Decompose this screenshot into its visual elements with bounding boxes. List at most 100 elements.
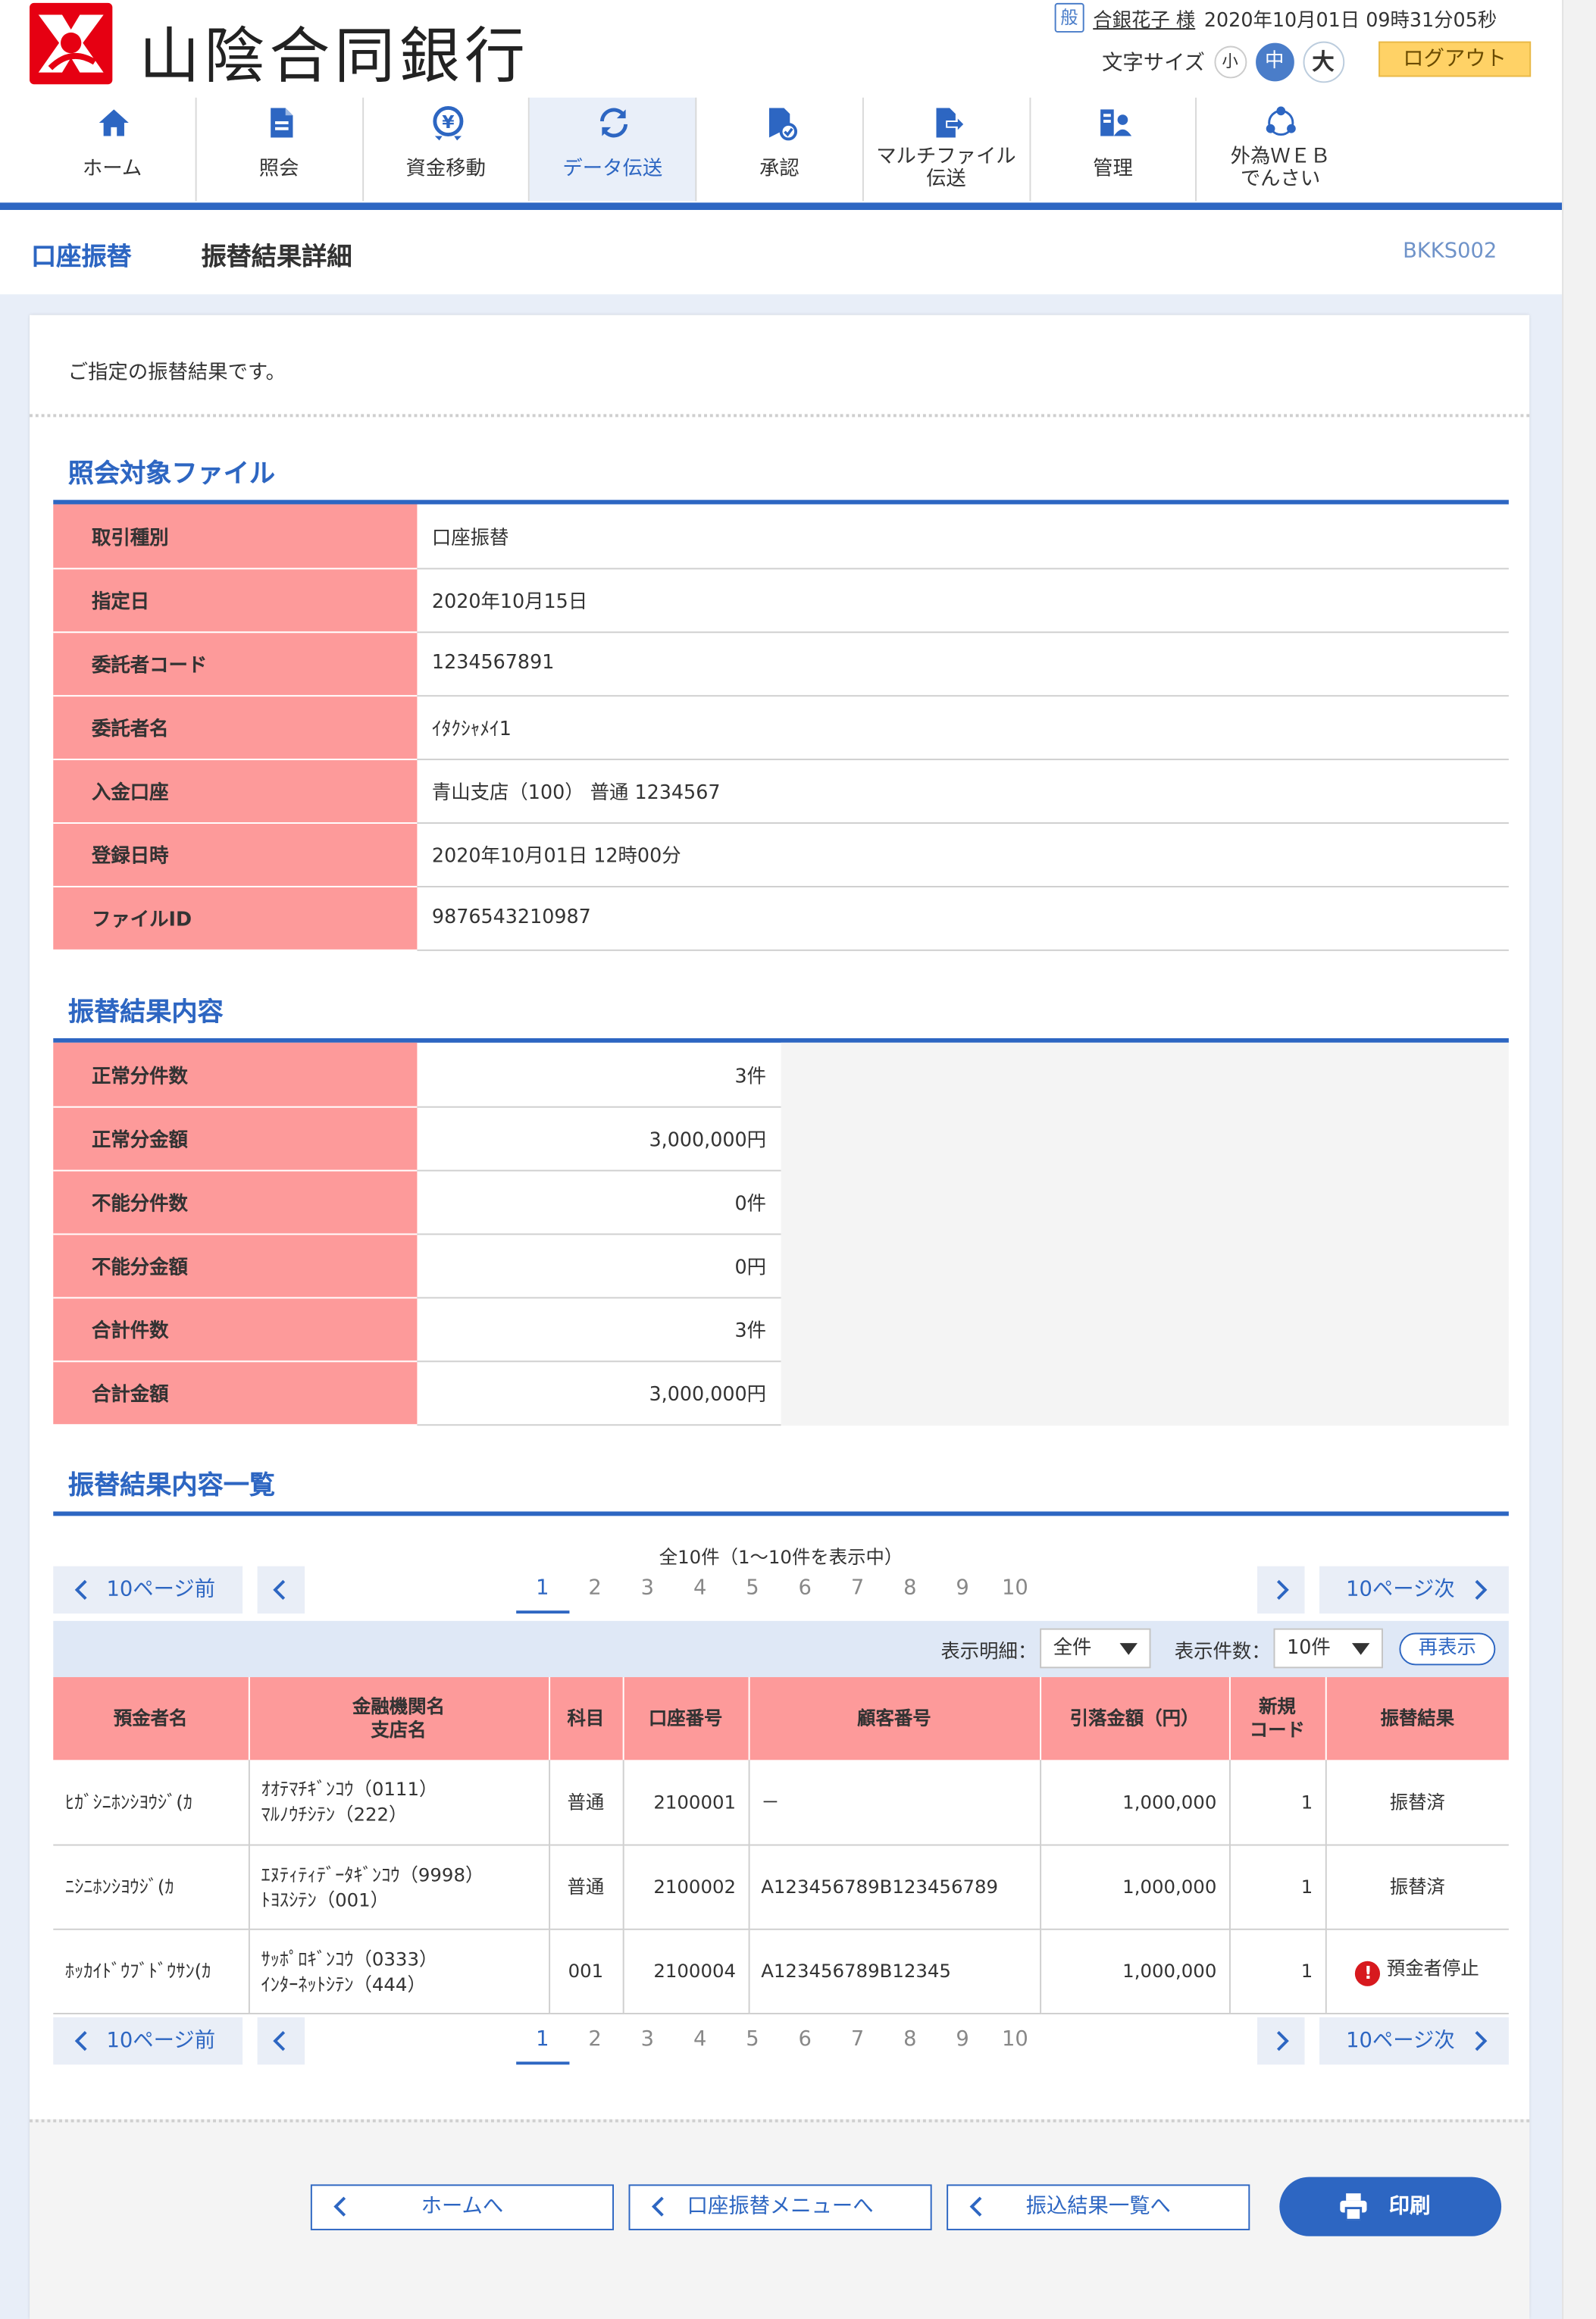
chevron-left-icon [651,2196,664,2217]
page-number-link[interactable]: 4 [674,2017,726,2064]
print-button[interactable]: 印刷 [1279,2177,1502,2236]
info-value: 9876543210987 [417,885,1509,950]
user-name-link[interactable]: 合銀花子 様 [1093,4,1195,32]
login-datetime: 2020年10月01日 09時31分05秒 [1203,9,1497,32]
admin-icon [1100,109,1131,136]
info-label: 委託者コード [53,631,418,696]
summary-value: 0円 [417,1233,781,1298]
dropdown-arrow-icon [1351,1643,1370,1655]
info-value: 口座振替 [417,504,1509,569]
next-page-button[interactable] [1257,1566,1305,1614]
nav-label-line2: でんさい [1240,167,1321,191]
result-text: 預金者停止 [1386,1956,1479,1979]
font-size-large-button[interactable]: 大 [1302,41,1344,83]
chevron-right-icon [1276,1579,1289,1600]
screen-id: BKKS002 [1403,239,1497,264]
nav-item-management[interactable]: 管理 [1030,97,1197,202]
chevron-right-icon [1475,2031,1488,2051]
page-number-link[interactable]: 9 [936,1566,988,1613]
nav-underline [0,202,1563,211]
customer-cell: － [748,1760,1041,1845]
font-size-small-button[interactable]: 小 [1213,45,1247,79]
page-number-link[interactable]: 2 [568,1566,621,1613]
breadcrumb-service: 口座振替 [30,243,132,273]
prev-10-pages-button[interactable]: 10ページ前 [53,1566,243,1614]
info-row: 委託者コード 1234567891 [53,631,1509,696]
nav-item-forex-web[interactable]: 外為ＷＥＢ でんさい [1197,98,1364,202]
print-button-label: 印刷 [1388,2195,1431,2219]
table-header-row: 預金者名 金融機関名 支店名 科目 口座番号 顧客番号 引落金額（円） 新規 コード… [53,1677,1509,1760]
detail-filter-select[interactable]: 全件 [1040,1628,1151,1669]
result-list-button[interactable]: 振込結果一覧へ [947,2184,1250,2230]
page-number-link[interactable]: 4 [674,1566,726,1613]
depositor-cell: ﾋｶﾞｼﾆﾎﾝｼﾖｳｼﾞ(ｶ [53,1760,249,1845]
page-number-link[interactable]: 10 [989,2017,1041,2064]
summary-spacer [781,1169,1509,1235]
global-nav: ホーム 照会 ¥ 資金移動 データ伝送 承認 マルチファイル 伝送 管理 外為Ｗ… [30,97,1364,205]
branch-name-text: ﾄﾖｽｼﾃﾝ（001） [261,1888,390,1911]
font-size-label: 文字サイズ [1102,52,1205,76]
customer-cell: A123456789B12345 [748,1928,1041,2014]
summary-spacer [781,1106,1509,1171]
page-number-link[interactable]: 6 [779,1566,831,1613]
page-number-link[interactable]: 8 [884,1566,936,1613]
network-icon [1266,106,1297,136]
nav-item-fund-transfer[interactable]: ¥ 資金移動 [363,97,530,202]
table-row: ﾎｯｶｲﾄﾞｳﾌﾞﾄﾞｳｻﾝ(ｶ ｻｯﾎﾟﾛｷﾞﾝｺｳ（0333） ｲﾝﾀｰﾈｯﾄｼ… [53,1928,1509,2014]
result-text: 振替済 [1389,1875,1445,1898]
result-table: 預金者名 金融機関名 支店名 科目 口座番号 顧客番号 引落金額（円） 新規 コード… [53,1677,1509,2014]
summary-table: 正常分件数 3件 正常分金額 3,000,000円 不能分件数 0件 不能分金額 0円 合計件数… [53,1042,1509,1426]
nav-item-data-transmission[interactable]: データ伝送 [530,97,697,202]
next-page-button[interactable] [1257,2017,1305,2065]
logout-button[interactable]: ログアウト [1379,41,1532,77]
user-info: 般 合銀花子 様 2020年10月01日 09時31分05秒 [1054,2,1497,33]
page-number-link[interactable]: 2 [568,2017,621,2064]
summary-value: 3,000,000円 [417,1360,781,1426]
count-filter-select[interactable]: 10件 [1273,1628,1383,1669]
depositor-cell: ﾎｯｶｲﾄﾞｳﾌﾞﾄﾞｳｻﾝ(ｶ [53,1928,249,2014]
page-number-link[interactable]: 3 [621,2017,674,2064]
transfer-menu-button[interactable]: 口座振替メニューへ [628,2184,932,2230]
page: 山陰合同銀行 般 合銀花子 様 2020年10月01日 09時31分05秒 文字… [0,0,1563,2319]
chevron-left-icon [273,2031,286,2051]
next-10-pages-button[interactable]: 10ページ次 [1319,1566,1509,1614]
chevron-right-icon [1475,1579,1488,1600]
prev-page-button[interactable] [257,2017,305,2065]
info-row: 指定日 2020年10月15日 [53,568,1509,633]
page-number-link[interactable]: 3 [621,1566,674,1613]
home-button[interactable]: ホームへ [310,2184,615,2230]
nav-item-approval[interactable]: 承認 [696,97,864,202]
page-number-link[interactable]: 10 [989,1566,1041,1613]
font-size-medium-button[interactable]: 中 [1255,42,1294,82]
page-number-link[interactable]: 5 [726,2017,778,2064]
chevron-left-icon [74,1579,87,1600]
page-numbers: 1 2 3 4 5 6 7 8 9 10 [516,1566,1041,1614]
next-10-pages-button[interactable]: 10ページ次 [1319,2017,1509,2065]
count-filter-value: 10件 [1287,1637,1331,1660]
dropdown-arrow-icon [1119,1643,1138,1655]
info-value: 2020年10月15日 [417,568,1509,633]
prev-page-button[interactable] [257,1566,305,1614]
col-bank-branch: 金融機関名 支店名 [248,1677,550,1760]
page-number-link[interactable]: 1 [516,1566,569,1614]
page-number-link[interactable]: 7 [831,2017,884,2064]
info-label: 取引種別 [53,504,418,569]
nav-item-inquiry[interactable]: 照会 [196,97,364,202]
page-numbers: 1 2 3 4 5 6 7 8 9 10 [516,2017,1041,2065]
window-scrollbar[interactable] [1562,0,1596,2319]
page-number-link[interactable]: 9 [936,2017,988,2064]
page-number-link[interactable]: 5 [726,1566,778,1613]
bank-name-text: ｻｯﾎﾟﾛｷﾞﾝｺｳ（0333） [261,1947,438,1970]
prev-10-pages-button[interactable]: 10ページ前 [53,2017,243,2065]
redisplay-button[interactable]: 再表示 [1399,1632,1496,1666]
font-size-switcher: 文字サイズ 小 中 大 [1102,41,1344,83]
section-title-file: 照会対象ファイル [67,459,276,490]
nav-item-multi-file[interactable]: マルチファイル 伝送 [863,97,1031,202]
nav-item-home[interactable]: ホーム [30,97,197,202]
page-number-link[interactable]: 1 [516,2017,569,2065]
page-number-link[interactable]: 8 [884,2017,936,2064]
page-number-link[interactable]: 6 [779,2017,831,2064]
page-number-link[interactable]: 7 [831,1566,884,1613]
info-row: 委託者名 ｲﾀｸｼｬﾒｲ1 [53,695,1509,760]
account-cell: 2100002 [622,1844,749,1929]
